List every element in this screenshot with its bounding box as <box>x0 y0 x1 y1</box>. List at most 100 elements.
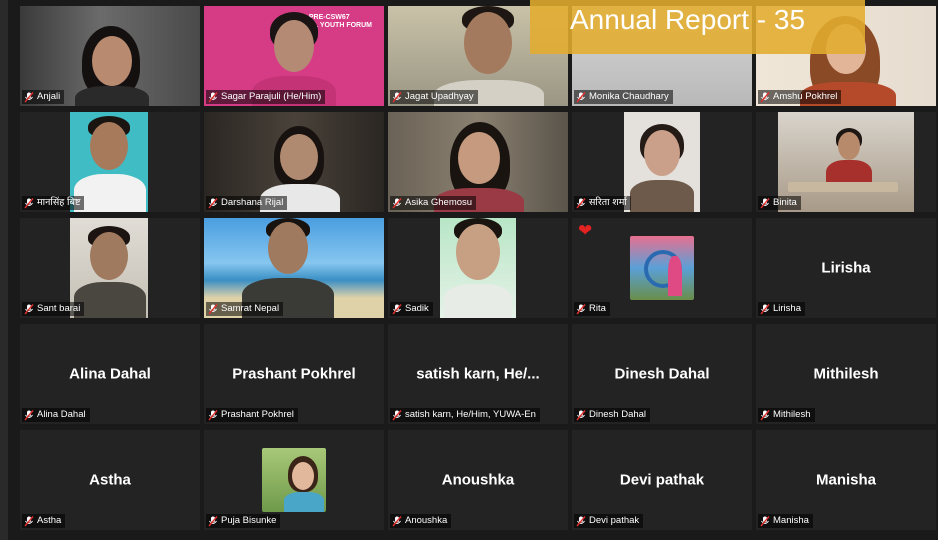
muted-mic-icon <box>208 91 218 102</box>
muted-mic-icon <box>576 91 586 102</box>
participant-name: मानसिंह बिष्ट <box>37 197 81 208</box>
participant-name: Samrat Nepal <box>221 303 280 314</box>
participant-tile[interactable]: Asika Ghemosu <box>388 112 568 212</box>
participant-name: सरिता शर्मा <box>589 197 627 208</box>
participant-name: satish karn, He/Him, YUWA-En <box>405 409 536 420</box>
poster-text: PRE-CSW67 AL YOUTH FORUM <box>308 14 372 29</box>
participant-tile[interactable]: Sadik <box>388 218 568 318</box>
participant-name: Mithilesh <box>773 409 811 420</box>
muted-mic-icon <box>576 515 586 526</box>
participant-nametag: Jagat Upadhyay <box>390 90 478 104</box>
participant-tile[interactable]: Alina Dahal Alina Dahal <box>20 324 200 424</box>
muted-mic-icon <box>392 197 402 208</box>
participant-nametag: Mithilesh <box>758 408 815 422</box>
participant-name: Devi pathak <box>589 515 640 526</box>
participant-name: Monika Chaudhary <box>589 91 669 102</box>
profile-picture <box>630 236 694 300</box>
muted-mic-icon <box>760 515 770 526</box>
muted-mic-icon <box>760 409 770 420</box>
participant-tile[interactable]: Puja Bisunke <box>204 430 384 530</box>
participant-tile[interactable]: Manisha Manisha <box>756 430 936 530</box>
video-feed <box>440 218 516 318</box>
participant-display-name: Dinesh Dahal <box>614 365 710 383</box>
muted-mic-icon <box>24 91 34 102</box>
participant-nametag: Asika Ghemosu <box>390 196 477 210</box>
participant-nametag: Rita <box>574 302 610 316</box>
muted-mic-icon <box>24 515 34 526</box>
participant-display-name: Prashant Pokhrel <box>232 365 356 383</box>
gallery-view: Anjali PRE-CSW67 AL YOUTH FORUM Sagar Par… <box>0 0 938 540</box>
muted-mic-icon <box>576 197 586 208</box>
participant-tile[interactable]: Devi pathak Devi pathak <box>572 430 752 530</box>
participant-tile[interactable]: Anoushka Anoushka <box>388 430 568 530</box>
participant-display-name: Anoushka <box>441 471 515 489</box>
participant-nametag: Sant barai <box>22 302 85 316</box>
participant-name: Astha <box>37 515 62 526</box>
participant-tile[interactable]: Prashant Pokhrel Prashant Pokhrel <box>204 324 384 424</box>
muted-mic-icon <box>208 303 218 314</box>
participant-nametag: Sagar Parajuli (He/Him) <box>206 90 326 104</box>
muted-mic-icon <box>24 303 34 314</box>
participant-nametag: Binita <box>758 196 801 210</box>
participant-tile[interactable]: PRE-CSW67 AL YOUTH FORUM Sagar Parajuli (… <box>204 6 384 106</box>
participant-tile[interactable]: Sant barai <box>20 218 200 318</box>
video-feed <box>624 112 700 212</box>
participant-tile[interactable]: Darshana Rijal <box>204 112 384 212</box>
participant-nametag: Anjali <box>22 90 65 104</box>
participant-display-name: Manisha <box>815 471 876 489</box>
participant-tile[interactable]: Anjali <box>20 6 200 106</box>
participant-nametag: Lirisha <box>758 302 805 316</box>
participant-name: Sadik <box>405 303 429 314</box>
participant-tile[interactable]: Dinesh Dahal Dinesh Dahal <box>572 324 752 424</box>
participant-name: Dinesh Dahal <box>589 409 647 420</box>
participant-nametag: Dinesh Dahal <box>574 408 651 422</box>
participant-nametag: Anoushka <box>390 514 452 528</box>
muted-mic-icon <box>760 91 770 102</box>
participant-nametag: Puja Bisunke <box>206 514 281 528</box>
participant-display-name: Alina Dahal <box>69 365 151 383</box>
participant-tile[interactable]: सरिता शर्मा <box>572 112 752 212</box>
participant-tile[interactable]: मानसिंह बिष्ट <box>20 112 200 212</box>
participant-name: Puja Bisunke <box>221 515 277 526</box>
participant-tile[interactable]: ❤ Rita <box>572 218 752 318</box>
participant-tile[interactable]: Binita <box>756 112 936 212</box>
participant-name: Prashant Pokhrel <box>221 409 294 420</box>
participant-nametag: Darshana Rijal <box>206 196 288 210</box>
muted-mic-icon <box>208 515 218 526</box>
participant-display-name: Lirisha <box>821 259 871 277</box>
participant-name: Asika Ghemosu <box>405 197 473 208</box>
muted-mic-icon <box>392 303 402 314</box>
participant-name: Binita <box>773 197 797 208</box>
participant-name: Rita <box>589 303 606 314</box>
muted-mic-icon <box>760 197 770 208</box>
participant-display-name: Mithilesh <box>813 365 879 383</box>
participant-display-name: satish karn, He/... <box>416 365 540 383</box>
participant-tile[interactable]: Mithilesh Mithilesh <box>756 324 936 424</box>
participant-nametag: Devi pathak <box>574 514 644 528</box>
muted-mic-icon <box>392 515 402 526</box>
participant-name: Amshu Pokhrel <box>773 91 838 102</box>
annual-report-banner: Annual Report - 35 <box>530 0 865 54</box>
participant-name: Sagar Parajuli (He/Him) <box>221 91 322 102</box>
participant-name: Jagat Upadhyay <box>405 91 474 102</box>
muted-mic-icon <box>208 409 218 420</box>
profile-picture <box>262 448 326 512</box>
participant-nametag: Sadik <box>390 302 433 316</box>
participant-name: Manisha <box>773 515 809 526</box>
muted-mic-icon <box>760 303 770 314</box>
participant-tile[interactable]: satish karn, He/... satish karn, He/Him,… <box>388 324 568 424</box>
participant-name: Alina Dahal <box>37 409 86 420</box>
participant-nametag: Monika Chaudhary <box>574 90 673 104</box>
participant-name: Anjali <box>37 91 61 102</box>
participant-tile[interactable]: Lirisha Lirisha <box>756 218 936 318</box>
participant-tile[interactable]: Samrat Nepal <box>204 218 384 318</box>
participant-nametag: Samrat Nepal <box>206 302 284 316</box>
participant-tile[interactable]: Astha Astha <box>20 430 200 530</box>
heart-reaction-icon: ❤ <box>578 221 593 240</box>
participant-nametag: Alina Dahal <box>22 408 90 422</box>
muted-mic-icon <box>208 197 218 208</box>
participant-display-name: Astha <box>89 471 131 489</box>
participant-nametag: Astha <box>22 514 66 528</box>
participant-nametag: Manisha <box>758 514 813 528</box>
participant-name: Lirisha <box>773 303 801 314</box>
